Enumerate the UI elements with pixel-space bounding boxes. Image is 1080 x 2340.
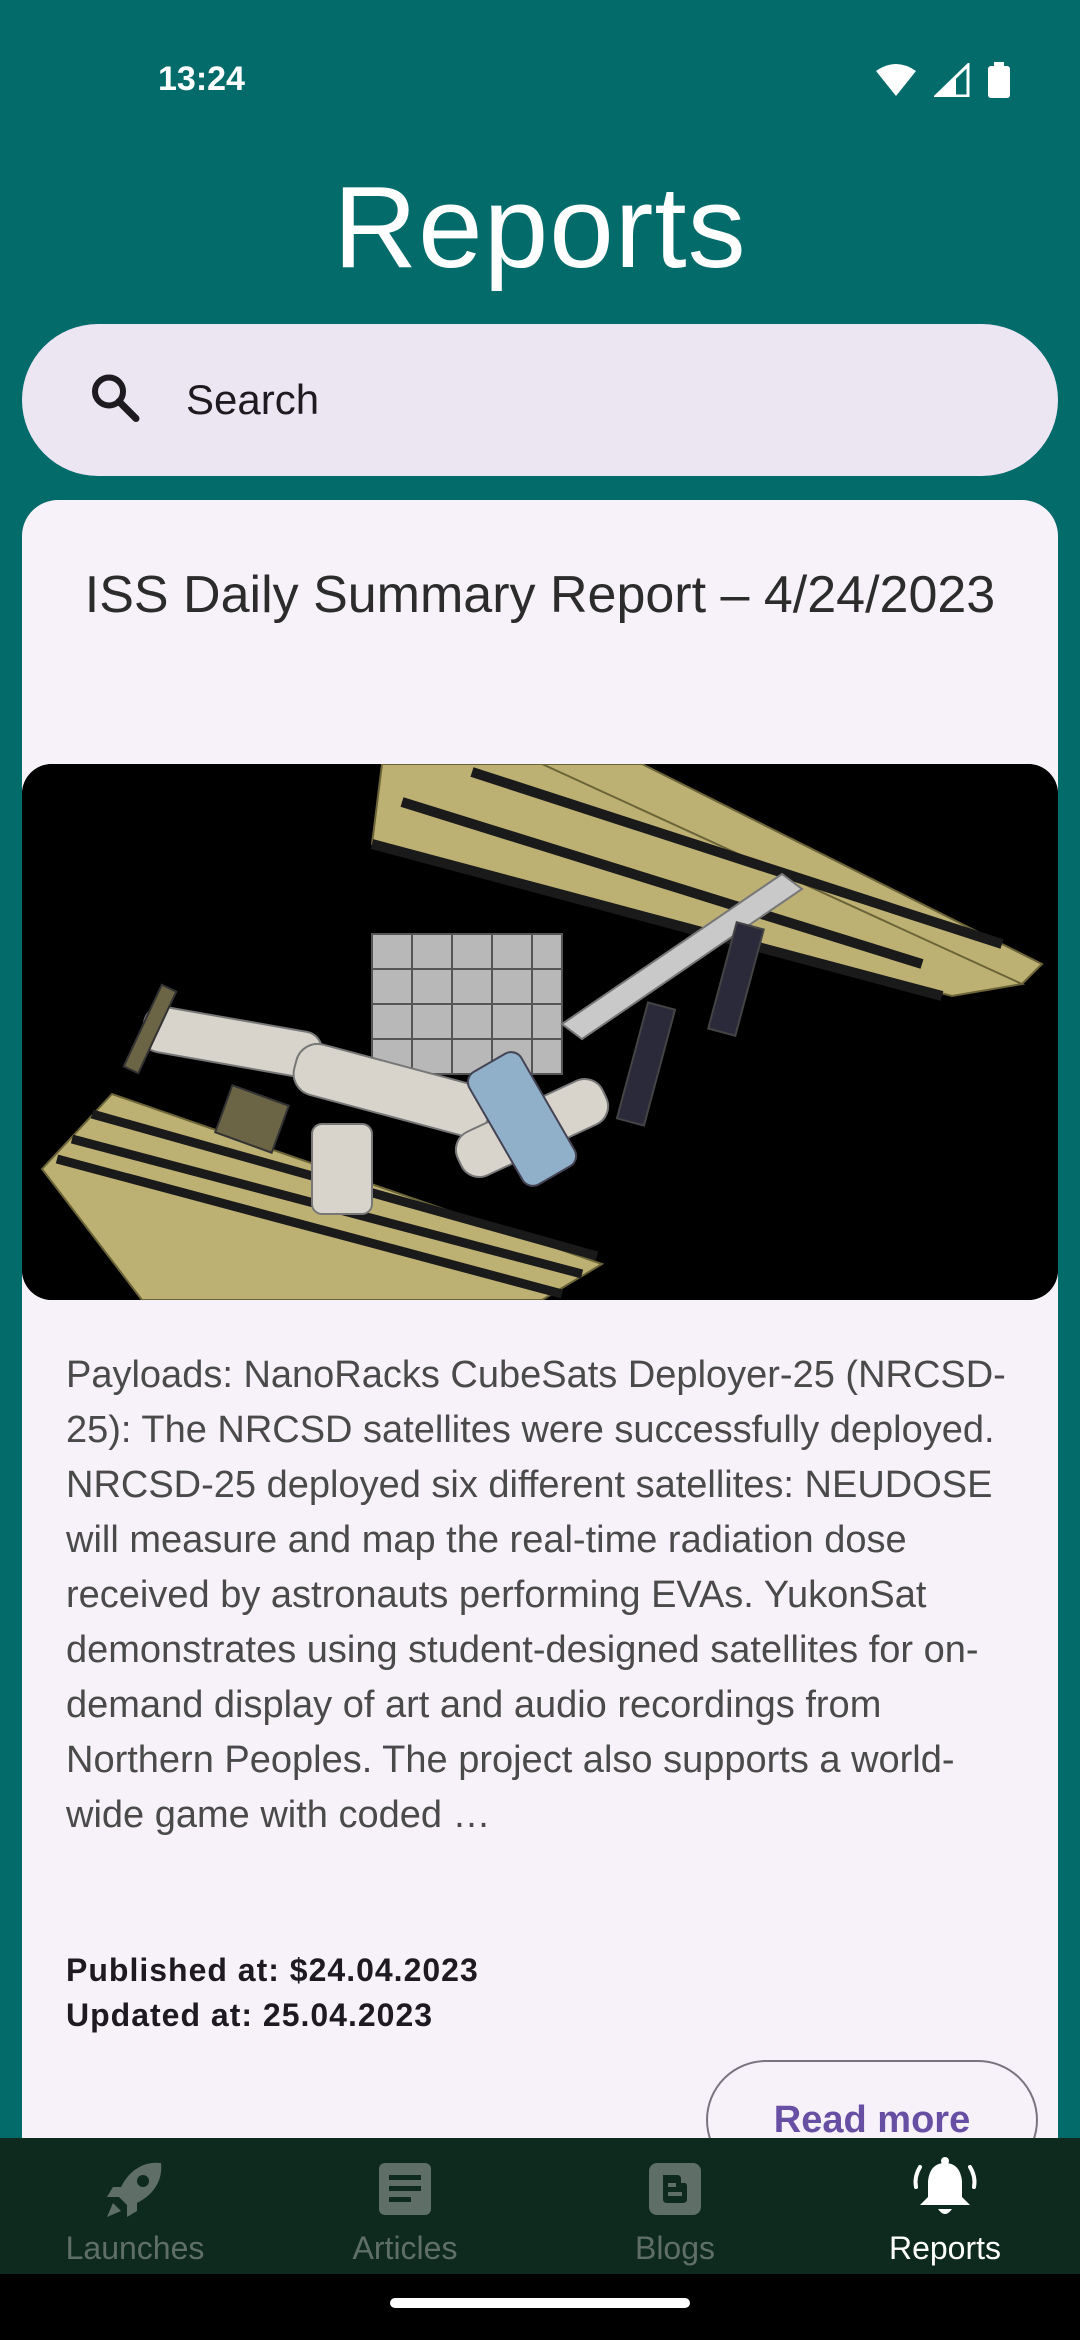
report-image — [22, 764, 1058, 1300]
reports-screen: 13:24 Reports ISS Daily Summary Report –… — [0, 0, 1080, 2340]
signal-icon — [932, 61, 970, 102]
battery-icon — [988, 62, 1010, 103]
nav-item-launches[interactable]: Launches — [0, 2138, 270, 2274]
page-title: Reports — [333, 162, 747, 292]
report-card[interactable]: ISS Daily Summary Report – 4/24/2023 Pay… — [22, 500, 1058, 2200]
nav-label-launches: Launches — [65, 2230, 205, 2266]
search-input[interactable] — [186, 324, 1026, 476]
nav-item-reports[interactable]: Reports — [810, 2138, 1080, 2274]
published-date: Published at: $24.04.2023 — [66, 1952, 479, 1988]
gesture-handle[interactable] — [390, 2298, 690, 2308]
blogger-icon — [647, 2154, 703, 2224]
report-summary: Payloads: NanoRacks CubeSats Deployer-25… — [66, 1354, 1006, 1836]
rocket-icon — [103, 2154, 167, 2224]
updated-date: Updated at: 25.04.2023 — [66, 1997, 434, 2033]
search-bar[interactable] — [22, 324, 1058, 476]
report-title: ISS Daily Summary Report – 4/24/2023 — [84, 566, 996, 624]
search-icon[interactable] — [88, 371, 142, 430]
bottom-navigation: Launches Articles Blogs Reports — [0, 2138, 1080, 2274]
report-dates: Published at: $24.04.2023 Updated at: 25… — [66, 1948, 479, 2038]
wifi-icon — [876, 63, 916, 102]
nav-label-reports: Reports — [888, 2230, 1002, 2266]
status-bar: 13:24 — [0, 0, 1080, 98]
iss-illustration — [22, 764, 1058, 1300]
nav-label-articles: Articles — [352, 2230, 458, 2266]
nav-item-articles[interactable]: Articles — [270, 2138, 540, 2274]
status-icons — [876, 61, 1010, 103]
article-icon — [377, 2154, 433, 2224]
nav-item-blogs[interactable]: Blogs — [540, 2138, 810, 2274]
bell-icon — [910, 2154, 980, 2224]
status-time: 13:24 — [158, 60, 245, 98]
nav-label-blogs: Blogs — [634, 2230, 716, 2266]
